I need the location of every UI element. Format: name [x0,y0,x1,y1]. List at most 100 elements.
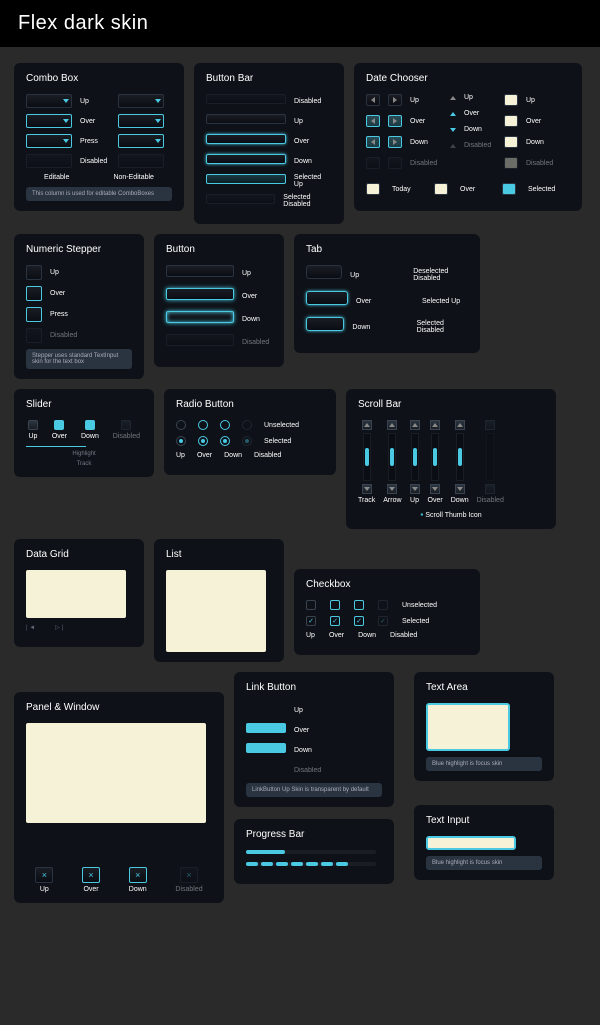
date-cell-down[interactable] [504,136,518,148]
scroll-thumb[interactable] [365,448,369,466]
date-next-down[interactable] [388,136,402,148]
button-up[interactable] [166,265,234,277]
combo-ned-over[interactable] [118,114,164,128]
radio-over-sel[interactable] [198,436,208,446]
scroll-track[interactable] [431,433,439,481]
cb-over-sel[interactable] [330,616,340,626]
scroll-arrow-disabled [485,484,495,494]
scroll-thumb[interactable] [433,448,437,466]
chevron-down-icon[interactable] [450,128,456,132]
datagrid-body[interactable] [26,570,126,618]
linkbtn-up[interactable] [246,703,286,713]
scroll-track[interactable] [388,433,396,481]
tab-up[interactable] [306,265,342,279]
scroll-thumb[interactable] [390,448,394,466]
radio-down-unsel[interactable] [220,420,230,430]
combo-ed-press[interactable] [26,134,72,148]
tab-panel: Tab UpDeselected Disabled OverSelected U… [294,234,480,353]
scroll-arrow-down[interactable] [430,484,440,494]
radio-up-unsel[interactable] [176,420,186,430]
combo-ned-up[interactable] [118,94,164,108]
button-title: Button [166,244,272,255]
scroll-arrow-down[interactable] [362,484,372,494]
chevron-down-icon [389,487,395,491]
cb-over-unsel[interactable] [330,600,340,610]
stepper-press[interactable] [26,307,42,322]
scroll-arrow-up[interactable] [410,420,420,430]
scroll-track[interactable] [411,433,419,481]
close-up[interactable]: × [35,867,53,883]
slider-thumb-over[interactable] [54,420,64,430]
scroll-thumb[interactable] [458,448,462,466]
tab-title: Tab [306,244,468,255]
list-body[interactable] [166,570,266,652]
combo-ed-up[interactable] [26,94,72,108]
combo-ed-over[interactable] [26,114,72,128]
close-over[interactable]: × [82,867,100,883]
cb-down-unsel[interactable] [354,600,364,610]
chevron-down-icon [457,487,463,491]
textarea-input[interactable] [426,703,510,751]
btnbar-sel-up[interactable] [206,174,286,184]
radio-up-sel[interactable] [176,436,186,446]
btnbar-up[interactable] [206,114,286,124]
datagrid-title: Data Grid [26,549,132,560]
button-over[interactable] [166,288,234,300]
chevron-up-icon[interactable] [450,112,456,116]
scroll-thumb[interactable] [413,448,417,466]
chevron-up-icon[interactable] [450,96,456,100]
scroll-arrow-down[interactable] [410,484,420,494]
scroll-track[interactable] [363,433,371,481]
slider-thumb-up[interactable] [28,420,38,430]
chevron-right-icon [393,139,397,145]
combo-panel: Combo Box Up Over Press Disabled Editabl… [14,63,184,211]
scroll-arrow-up[interactable] [387,420,397,430]
stepper-up[interactable] [26,265,42,280]
linkbtn-down[interactable] [246,743,286,753]
cb-up-unsel[interactable] [306,600,316,610]
date-cell-over[interactable] [504,115,518,127]
btnbar-over[interactable] [206,134,286,144]
date-cell-disabled [504,157,518,169]
tab-over[interactable] [306,291,348,305]
scroll-arrow-up[interactable] [455,420,465,430]
chevron-right-icon [393,97,397,103]
stepper-over[interactable] [26,286,42,301]
radio-over-unsel[interactable] [198,420,208,430]
selected-swatch [502,183,516,195]
cb-down-sel[interactable] [354,616,364,626]
combo-ned-press[interactable] [118,134,164,148]
cb-up-sel[interactable] [306,616,316,626]
btnbar-disabled [206,94,286,104]
textinput-field[interactable] [426,836,516,850]
scroll-arrow-down[interactable] [455,484,465,494]
tab-down[interactable] [306,317,344,331]
chevron-up-icon [450,144,456,148]
slider-thumb-down[interactable] [85,420,95,430]
btnbar-down[interactable] [206,154,286,164]
panelwin-panel: Panel & Window ×Up ×Over ×Down ×Disabled [14,692,224,903]
scroll-track[interactable] [456,433,464,481]
date-prev-down[interactable] [366,136,380,148]
date-cell-up[interactable] [504,94,518,106]
date-prev-up[interactable] [366,94,380,106]
chevron-down-icon [155,119,161,123]
button-down[interactable] [166,311,234,323]
date-prev-disabled [366,157,380,169]
stepper-disabled [26,328,42,343]
chevron-right-icon [393,118,397,124]
scroll-arrow-down[interactable] [387,484,397,494]
radio-title: Radio Button [176,399,324,410]
scroll-title: Scroll Bar [358,399,544,410]
linkbtn-over[interactable] [246,723,286,733]
progress-panel: Progress Bar [234,819,394,884]
date-prev-over[interactable] [366,115,380,127]
date-next-over[interactable] [388,115,402,127]
chevron-down-icon [155,99,161,103]
chevron-down-icon [63,139,69,143]
radio-down-sel[interactable] [220,436,230,446]
date-next-up[interactable] [388,94,402,106]
close-down[interactable]: × [129,867,147,883]
scroll-arrow-up[interactable] [430,420,440,430]
scroll-arrow-up[interactable] [362,420,372,430]
